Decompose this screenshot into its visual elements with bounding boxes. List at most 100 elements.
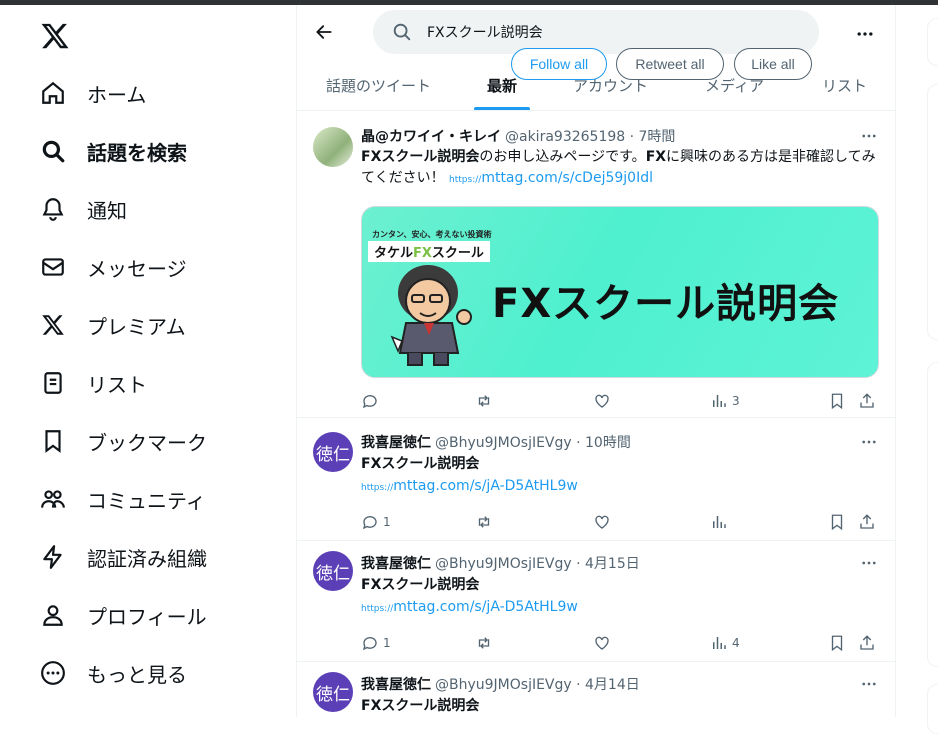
- tweet-link[interactable]: https://mttag.com/s/cDej59j0Idl: [449, 170, 653, 186]
- sidebar: ホーム 話題を検索 通知 メッセージ プレミアム リスト ブックマーク コミュニ…: [0, 5, 297, 717]
- tab-lists[interactable]: リスト: [822, 75, 867, 96]
- author-name[interactable]: 晶@カワイイ・キレイ: [361, 129, 501, 145]
- nav-verified-orgs[interactable]: 認証済み組織: [36, 532, 207, 582]
- tweet-text: FXスクール説明会のお申し込みページです。FXに興味のある方は是非確認してみてく…: [361, 147, 881, 191]
- reply-button[interactable]: [361, 391, 383, 411]
- nav-profile[interactable]: プロフィール: [36, 590, 207, 640]
- link-text: mttag.com/s/jA-D5AtHL9w: [393, 478, 578, 494]
- bookmark-button[interactable]: [828, 512, 846, 532]
- share-button[interactable]: [858, 633, 876, 653]
- x-logo-icon[interactable]: [40, 21, 70, 51]
- nav-more-label: もっと見る: [87, 662, 187, 687]
- author-handle: @Bhyu9JMOsjIEVgy · 4月15日: [435, 556, 640, 572]
- share-button[interactable]: [858, 391, 876, 411]
- tweet-link[interactable]: https://mttag.com/s/jA-D5AtHL9w: [361, 599, 578, 615]
- nav-premium-label: プレミアム: [87, 314, 186, 339]
- tweet-more-button[interactable]: [859, 434, 879, 450]
- avatar[interactable]: [313, 127, 353, 167]
- author-name[interactable]: 我喜屋徳仁: [361, 677, 431, 693]
- views-button[interactable]: [710, 512, 732, 532]
- link-protocol: https://: [361, 604, 394, 614]
- x-logo-icon: [36, 308, 70, 342]
- nav-notifications[interactable]: 通知: [36, 184, 127, 234]
- ellipsis-icon: [862, 440, 876, 444]
- search-icon: [36, 134, 70, 168]
- link-protocol: https://: [449, 175, 482, 185]
- mail-icon: [36, 250, 70, 284]
- nav-more[interactable]: もっと見る: [36, 648, 187, 698]
- right-panel-card: [927, 362, 938, 667]
- tweet-link[interactable]: https://mttag.com/s/jA-D5AtHL9w: [361, 478, 578, 494]
- nav-home[interactable]: ホーム: [36, 68, 146, 118]
- like-button[interactable]: [593, 391, 611, 411]
- tweet[interactable]: 徳仁 我喜屋徳仁 @Bhyu9JMOsjIEVgy · 4月15日 FXスクール説…: [297, 541, 895, 662]
- right-panel-card: [927, 84, 938, 340]
- more-circle-icon: [36, 656, 70, 690]
- nav-explore-label: 話題を検索: [87, 140, 187, 165]
- bell-icon: [36, 192, 70, 226]
- reply-button[interactable]: 1: [361, 633, 391, 653]
- avatar[interactable]: 徳仁: [313, 551, 353, 591]
- tweet-header: 我喜屋徳仁 @Bhyu9JMOsjIEVgy · 4月14日: [361, 674, 640, 694]
- tweet-text-part: のお申し込みページです。: [479, 149, 646, 165]
- tweet-more-button[interactable]: [859, 128, 879, 144]
- heart-icon: [595, 515, 609, 529]
- nav-premium[interactable]: プレミアム: [36, 300, 186, 350]
- nav-communities-label: コミュニティ: [87, 488, 206, 513]
- right-search-box[interactable]: [927, 18, 938, 66]
- nav-profile-label: プロフィール: [87, 604, 207, 629]
- views-button[interactable]: 3: [710, 391, 740, 411]
- tab-top[interactable]: 話題のツイート: [326, 75, 431, 96]
- retweet-icon: [478, 516, 490, 528]
- nav-messages[interactable]: メッセージ: [36, 242, 187, 292]
- nav-lists[interactable]: リスト: [36, 358, 147, 408]
- retweet-button[interactable]: [475, 633, 493, 653]
- bookmark-button[interactable]: [828, 633, 846, 653]
- like-all-button[interactable]: Like all: [734, 48, 812, 80]
- tab-latest[interactable]: 最新: [487, 75, 517, 96]
- search-input[interactable]: [427, 24, 787, 40]
- views-button[interactable]: 4: [710, 633, 740, 653]
- share-button[interactable]: [858, 512, 876, 532]
- home-icon: [36, 76, 70, 110]
- share-icon: [860, 635, 874, 650]
- heart-icon: [595, 394, 609, 408]
- back-button[interactable]: [309, 17, 339, 47]
- share-icon: [860, 393, 874, 408]
- ellipsis-icon: [862, 134, 876, 138]
- views-count: 3: [732, 394, 740, 408]
- tweet[interactable]: 徳仁 我喜屋徳仁 @Bhyu9JMOsjIEVgy · 10時間 FXスクール説明…: [297, 418, 895, 541]
- like-button[interactable]: [593, 512, 611, 532]
- author-name[interactable]: 我喜屋徳仁: [361, 435, 431, 451]
- like-button[interactable]: [593, 633, 611, 653]
- nav-bookmarks[interactable]: ブックマーク: [36, 416, 207, 466]
- share-icon: [860, 514, 874, 529]
- bookmark-button[interactable]: [828, 391, 846, 411]
- views-chart-icon: [713, 637, 726, 649]
- tweet-more-button[interactable]: [859, 555, 879, 571]
- avatar[interactable]: 徳仁: [313, 672, 353, 712]
- retweet-all-button[interactable]: Retweet all: [616, 48, 724, 80]
- views-chart-icon: [713, 516, 726, 528]
- link-protocol: https://: [361, 483, 394, 493]
- retweet-button[interactable]: [475, 391, 493, 411]
- more-options-button[interactable]: [850, 19, 880, 49]
- reply-button[interactable]: 1: [361, 512, 391, 532]
- nav-messages-label: メッセージ: [87, 256, 187, 281]
- community-icon: [36, 482, 70, 516]
- avatar[interactable]: 徳仁: [313, 432, 353, 472]
- nav-explore[interactable]: 話題を検索: [36, 126, 187, 176]
- retweet-button[interactable]: [475, 512, 493, 532]
- nav-communities[interactable]: コミュニティ: [36, 474, 206, 524]
- tweet[interactable]: 晶@カワイイ・キレイ @akira93265198 · 7時間 FXスクール説明会…: [297, 112, 895, 418]
- tweet-link-line: https://mttag.com/s/jA-D5AtHL9w: [361, 476, 578, 499]
- bookmark-icon: [831, 514, 843, 531]
- follow-all-button[interactable]: Follow all: [511, 48, 607, 80]
- tweet-text-bold: FXスクール説明会: [361, 698, 480, 714]
- list-icon: [36, 366, 70, 400]
- tweet-media-image[interactable]: カンタン、安心、考えない投資術 タケルFXスクール FXスクール説明会: [361, 206, 879, 378]
- author-handle: @Bhyu9JMOsjIEVgy · 4月14日: [435, 677, 640, 693]
- tweet[interactable]: 徳仁 我喜屋徳仁 @Bhyu9JMOsjIEVgy · 4月14日 FXスクール説…: [297, 662, 895, 717]
- author-name[interactable]: 我喜屋徳仁: [361, 556, 431, 572]
- tweet-more-button[interactable]: [859, 676, 879, 692]
